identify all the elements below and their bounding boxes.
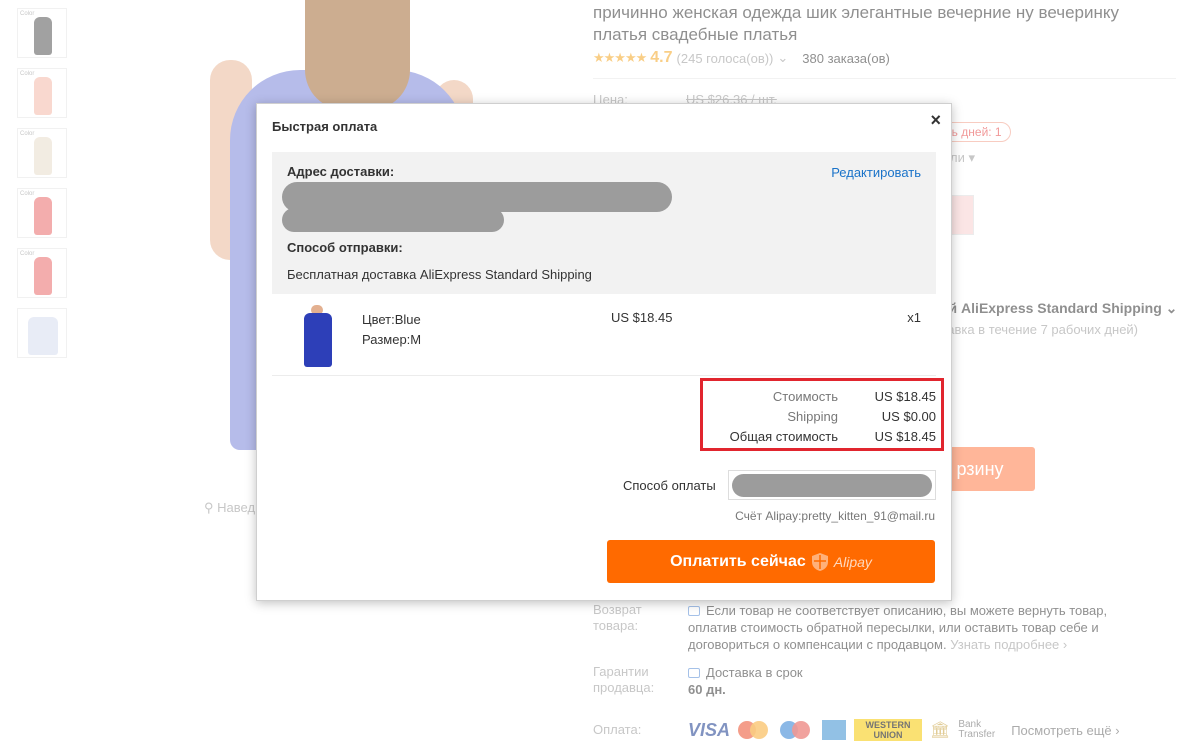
pay-now-button[interactable]: Оплатить сейчас Alipay <box>607 540 935 583</box>
shipping-method-label: Способ отправки: <box>287 240 403 255</box>
summary-row-total: Общая стоимость US $18.45 <box>703 429 941 449</box>
summary-row-shipping: Shipping US $0.00 <box>703 409 941 429</box>
address-label: Адрес доставки: <box>287 164 395 179</box>
order-item: Цвет:Blue Размер:M US $18.45 x1 <box>272 296 936 376</box>
redacted-address <box>282 208 504 232</box>
quick-pay-dialog: Быстрая оплата × Адрес доставки: Редакти… <box>256 103 952 601</box>
redacted-payment <box>732 474 932 497</box>
shipping-method-value: Бесплатная доставка AliExpress Standard … <box>287 267 592 282</box>
alipay-logo: Alipay <box>833 553 872 570</box>
item-size: Размер:M <box>362 332 422 347</box>
item-attributes: Цвет:Blue Размер:M <box>362 310 421 350</box>
address-section: Адрес доставки: Редактировать Способ отп… <box>272 152 936 294</box>
pay-now-label: Оплатить сейчас <box>670 552 806 570</box>
summary-value: US $18.45 <box>874 389 936 404</box>
alipay-account: Счёт Alipay:pretty_kitten_91@mail.ru <box>735 509 935 523</box>
dialog-title: Быстрая оплата <box>272 119 378 134</box>
payment-method-select[interactable] <box>728 470 936 500</box>
payment-method-label: Способ оплаты <box>623 478 716 493</box>
product-thumbnail <box>298 305 338 367</box>
alipay-shield-icon <box>811 552 828 571</box>
summary-label: Общая стоимость <box>729 429 838 444</box>
summary-row-cost: Стоимость US $18.45 <box>703 389 941 409</box>
summary-label: Стоимость <box>772 389 838 404</box>
item-quantity: x1 <box>907 310 921 325</box>
close-icon[interactable]: × <box>930 110 941 131</box>
summary-label: Shipping <box>787 409 838 424</box>
order-summary: Стоимость US $18.45 Shipping US $0.00 Об… <box>700 378 944 451</box>
edit-address-link[interactable]: Редактировать <box>831 165 921 180</box>
item-price: US $18.45 <box>611 310 673 325</box>
item-color: Цвет:Blue <box>362 312 421 327</box>
summary-value: US $0.00 <box>881 409 936 424</box>
summary-value: US $18.45 <box>874 429 936 444</box>
